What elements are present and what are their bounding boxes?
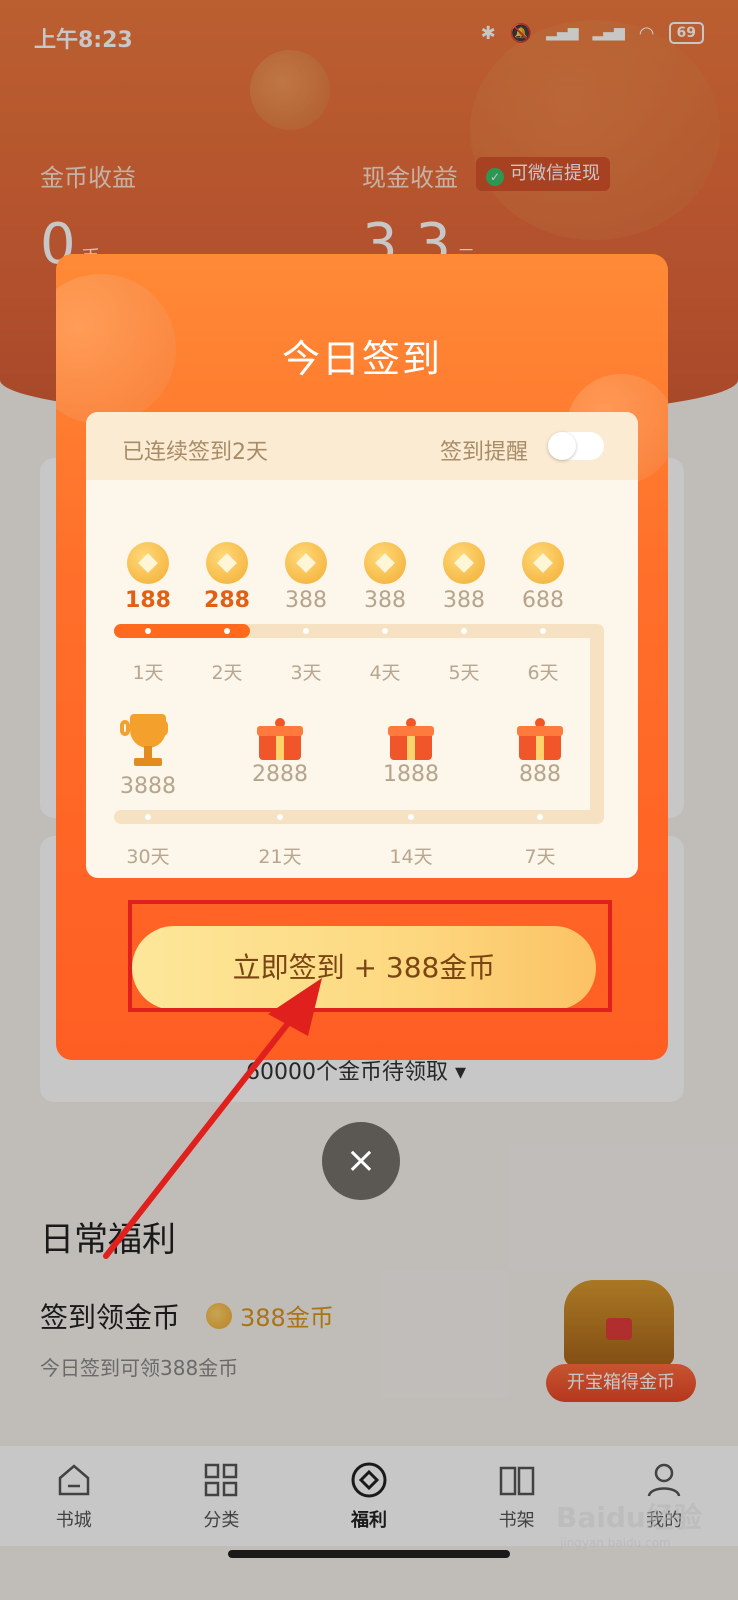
progress-dot xyxy=(145,628,151,634)
highlight-box xyxy=(128,900,612,1012)
progress-dot xyxy=(277,814,283,820)
day-reward: 688 xyxy=(522,588,564,613)
day-label: 5天 xyxy=(448,662,480,684)
progress-dot xyxy=(540,628,546,634)
day-reward: 188 xyxy=(125,588,171,613)
coin-icon xyxy=(127,542,169,584)
coin-icon xyxy=(522,542,564,584)
toggle-knob xyxy=(548,432,576,460)
day-label: 21天 xyxy=(258,846,302,868)
trophy-icon xyxy=(120,714,174,770)
trophy-cup xyxy=(130,714,166,748)
day-6: 688 xyxy=(508,542,578,613)
coin-icon xyxy=(364,542,406,584)
gift-band xyxy=(536,736,544,760)
streak-text: 已连续签到2天 xyxy=(122,440,268,465)
day-reward: 288 xyxy=(204,588,250,613)
progress-dot xyxy=(408,814,414,820)
day-reward: 388 xyxy=(443,588,485,613)
progress-track xyxy=(590,624,604,824)
day-21: 2888 xyxy=(245,715,315,787)
signin-panel: 已连续签到2天 签到提醒 188 288 388 388 388 688 1天 … xyxy=(86,412,638,878)
day-label: 6天 xyxy=(527,662,559,684)
day-14: 1888 xyxy=(376,715,446,787)
gift-lid xyxy=(257,726,303,736)
panel-header: 已连续签到2天 签到提醒 xyxy=(86,412,638,480)
progress-dot xyxy=(382,628,388,634)
progress-dot xyxy=(224,628,230,634)
day-label: 4天 xyxy=(369,662,401,684)
trophy-handle xyxy=(120,720,130,736)
progress-track xyxy=(114,810,604,824)
trophy-stem xyxy=(144,746,152,758)
day-1: 188 xyxy=(113,542,183,613)
reminder-toggle[interactable] xyxy=(548,432,604,460)
day-3: 388 xyxy=(271,542,341,613)
gift-band xyxy=(407,736,415,760)
gift-lid xyxy=(388,726,434,736)
gift-lid xyxy=(517,726,563,736)
day-label: 7天 xyxy=(524,846,556,868)
watermark-url: jingyan.baidu.com xyxy=(560,1536,671,1550)
progress-dot xyxy=(145,814,151,820)
day-reward: 388 xyxy=(285,588,327,613)
gift-band xyxy=(276,736,284,760)
day-reward: 3888 xyxy=(120,774,176,799)
close-modal-button[interactable]: × xyxy=(322,1122,400,1200)
watermark-logo: Baidu经验 xyxy=(556,1501,702,1534)
trophy-base xyxy=(134,758,162,766)
progress-dot xyxy=(303,628,309,634)
gift-icon xyxy=(388,715,434,760)
gift-icon xyxy=(257,715,303,760)
day-reward: 2888 xyxy=(252,762,308,787)
modal-title: 今日签到 xyxy=(281,337,442,381)
day-30: 3888 xyxy=(113,714,183,799)
day-7: 888 xyxy=(505,715,575,787)
day-reward: 888 xyxy=(519,762,561,787)
day-label: 30天 xyxy=(126,846,170,868)
coin-icon xyxy=(443,542,485,584)
day-label: 2天 xyxy=(211,662,243,684)
day-reward: 388 xyxy=(364,588,406,613)
progress-dot xyxy=(461,628,467,634)
coin-icon xyxy=(285,542,327,584)
gift-icon xyxy=(517,715,563,760)
progress-dot xyxy=(537,814,543,820)
day-label: 14天 xyxy=(389,846,433,868)
day-2: 288 xyxy=(192,542,262,613)
reminder-label: 签到提醒 xyxy=(440,440,529,465)
day-reward: 1888 xyxy=(383,762,439,787)
day-4: 388 xyxy=(350,542,420,613)
day-label: 3天 xyxy=(290,662,322,684)
day-5: 388 xyxy=(429,542,499,613)
day-label: 1天 xyxy=(132,662,164,684)
coin-icon xyxy=(206,542,248,584)
